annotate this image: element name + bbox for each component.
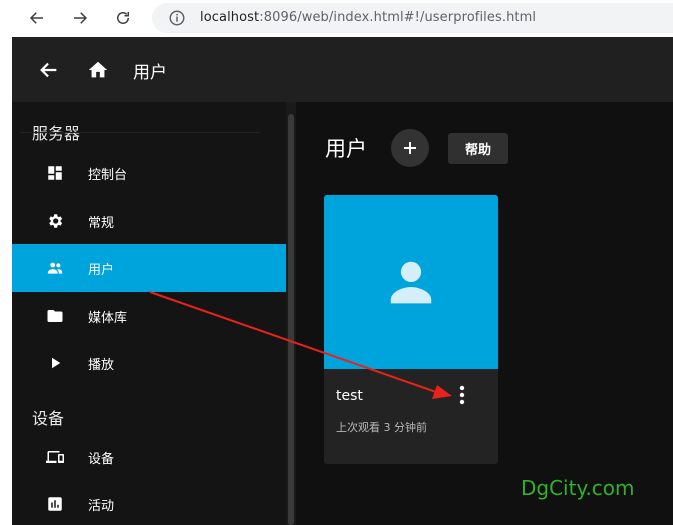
url-path: :8096/web/index.html#!/userprofiles.html: [259, 10, 537, 25]
add-user-button[interactable]: [391, 129, 429, 167]
sidebar-item-general[interactable]: 常规: [12, 197, 286, 245]
sidebar-item-label: 活动: [88, 499, 115, 514]
user-card-name[interactable]: test: [336, 388, 363, 404]
watermark-text: DgCity.com: [521, 476, 635, 500]
browser-back-button[interactable]: [24, 6, 50, 30]
app-window: 用户 服务器 控制台 常规 用户 媒体库 播放 设备 设备 活动 用户 帮助 t…: [12, 37, 673, 525]
scrollbar-thumb[interactable]: [288, 114, 294, 525]
browser-reload-button[interactable]: [110, 6, 136, 30]
address-bar[interactable]: localhost:8096/web/index.html#!/userprof…: [152, 3, 673, 33]
header-title: 用户: [133, 63, 167, 83]
sidebar-item-activity[interactable]: 活动: [12, 480, 286, 525]
browser-forward-button[interactable]: [67, 6, 93, 30]
page-title: 用户: [325, 137, 367, 161]
sidebar-item-label: 播放: [88, 358, 115, 373]
sidebar-divider: [20, 132, 260, 133]
user-card-last-seen: 上次观看 3 分钟前: [336, 421, 427, 434]
sidebar-item-label: 设备: [88, 452, 115, 467]
user-card-image[interactable]: [324, 195, 498, 369]
sidebar: 服务器 控制台 常规 用户 媒体库 播放 设备 设备 活动: [12, 102, 286, 525]
header-back-button[interactable]: [36, 57, 62, 83]
plus-icon: [404, 142, 416, 154]
sidebar-item-playback[interactable]: 播放: [12, 339, 286, 387]
more-vertical-icon: [459, 385, 465, 405]
gear-icon: [49, 214, 63, 228]
home-icon: [88, 61, 108, 78]
devices-icon: [46, 451, 64, 463]
reload-icon: [117, 12, 129, 24]
info-icon[interactable]: [168, 9, 186, 27]
sidebar-item-devices[interactable]: 设备: [12, 433, 286, 481]
people-icon: [47, 262, 63, 274]
user-card[interactable]: test 上次观看 3 分钟前: [324, 195, 498, 464]
app-header: 用户: [12, 37, 673, 102]
folder-icon: [47, 310, 63, 322]
sidebar-item-label: 用户: [88, 263, 115, 278]
chart-icon: [48, 497, 62, 511]
dashboard-icon: [48, 166, 62, 180]
sidebar-item-library[interactable]: 媒体库: [12, 292, 286, 340]
url-host: localhost: [200, 10, 260, 25]
user-card-more-button[interactable]: [450, 383, 474, 407]
sidebar-item-label: 媒体库: [88, 311, 128, 326]
person-icon: [390, 261, 432, 304]
sidebar-scrollbar[interactable]: [286, 102, 296, 525]
arrow-left-icon: [40, 62, 57, 78]
play-icon: [52, 357, 61, 369]
sidebar-item-label: 常规: [88, 216, 115, 231]
sidebar-item-users[interactable]: 用户: [12, 244, 286, 292]
sidebar-item-label: 控制台: [88, 168, 128, 183]
help-button[interactable]: 帮助: [448, 133, 508, 164]
sidebar-item-dashboard[interactable]: 控制台: [12, 149, 286, 197]
arrow-right-icon: [74, 12, 88, 24]
url-text[interactable]: localhost:8096/web/index.html#!/userprof…: [200, 10, 536, 25]
home-button[interactable]: [85, 57, 111, 83]
sidebar-section-devices: 设备: [32, 409, 65, 428]
arrow-left-icon: [29, 12, 43, 24]
browser-toolbar: localhost:8096/web/index.html#!/userprof…: [0, 0, 673, 36]
